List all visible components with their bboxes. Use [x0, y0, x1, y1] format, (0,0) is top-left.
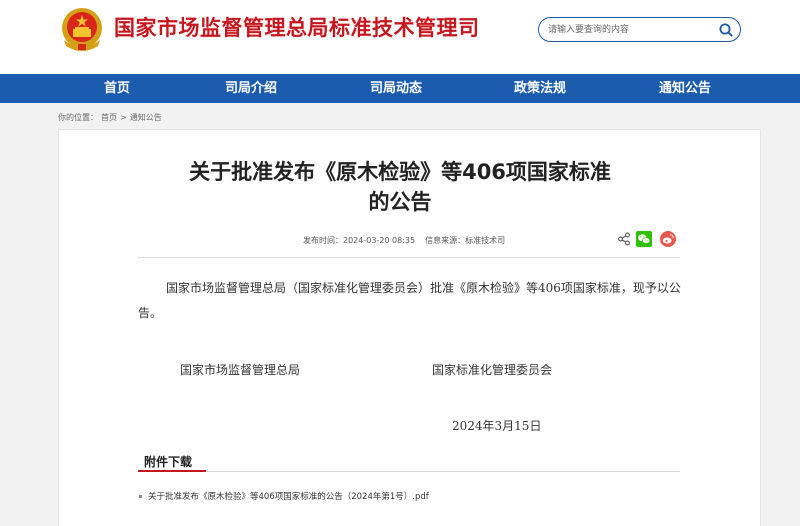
attachments-divider [206, 471, 680, 472]
attachments-heading: 附件下载 [144, 455, 193, 469]
breadcrumb-prefix: 你的位置： [58, 113, 98, 122]
meta-divider [138, 257, 680, 258]
nav-item-policy[interactable]: 政策法规 [514, 74, 566, 103]
breadcrumb: 你的位置： 首页 > 通知公告 [58, 112, 165, 123]
bullet-icon [139, 495, 142, 498]
nav-item-notices[interactable]: 通知公告 [659, 74, 711, 103]
breadcrumb-home[interactable]: 首页 [101, 113, 117, 122]
article-title-line2: 的公告 [368, 190, 432, 214]
wechat-icon[interactable] [636, 231, 652, 247]
announcement-date: 2024年3月15日 [452, 419, 542, 433]
site-header: 国家市场监督管理总局标准技术管理司 [0, 0, 800, 74]
article-title-line1: 关于批准发布《原木检验》等406项国家标准 [189, 160, 611, 184]
article-meta: 发布时间：2024-03-20 08:35 信息来源：标准技术司 [303, 235, 505, 246]
attachments-heading-underline [138, 470, 206, 472]
breadcrumb-separator: > [120, 113, 127, 122]
attachment-link[interactable]: 关于批准发布《原木检验》等406项国家标准的公告（2024年第1号）.pdf [139, 490, 429, 502]
source-value: 标准技术司 [465, 236, 506, 245]
article-title: 关于批准发布《原木检验》等406项国家标准 的公告 [0, 157, 800, 217]
attachment-filename[interactable]: 关于批准发布《原木检验》等406项国家标准的公告（2024年第1号）.pdf [148, 492, 429, 502]
site-title[interactable]: 国家市场监督管理总局标准技术管理司 [114, 12, 480, 42]
share-icon[interactable] [616, 231, 632, 247]
signer-samr: 国家市场监督管理总局 [180, 363, 301, 377]
article-paragraph: 国家市场监督管理总局（国家标准化管理委员会）批准《原木检验》等406项国家标准，… [138, 281, 681, 320]
breadcrumb-current[interactable]: 通知公告 [130, 113, 162, 122]
main-nav: 首页 司局介绍 司局动态 政策法规 通知公告 [0, 74, 800, 103]
national-emblem-icon[interactable] [60, 6, 104, 52]
publish-time: 2024-03-20 08:35 [343, 236, 416, 245]
nav-item-about[interactable]: 司局介绍 [225, 74, 277, 103]
search-icon[interactable] [718, 22, 734, 38]
source-label: 信息来源： [425, 236, 466, 245]
nav-item-home[interactable]: 首页 [104, 74, 130, 103]
nav-item-news[interactable]: 司局动态 [370, 74, 422, 103]
search-box [538, 17, 741, 42]
signer-sac: 国家标准化管理委员会 [432, 363, 553, 377]
search-input[interactable] [548, 22, 713, 38]
publish-label: 发布时间： [303, 236, 343, 245]
weibo-icon[interactable] [660, 231, 676, 247]
